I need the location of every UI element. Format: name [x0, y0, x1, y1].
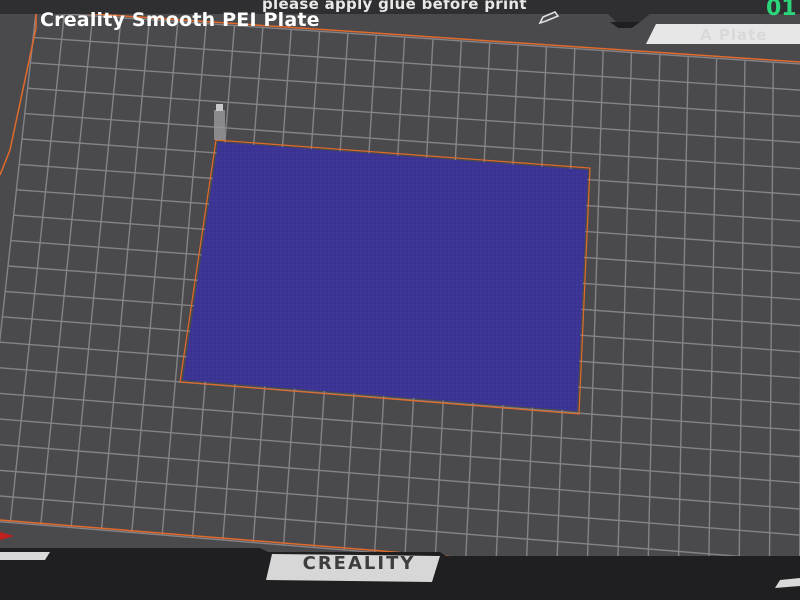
bottom-ledge	[0, 552, 50, 560]
build-plate-viewport[interactable]	[0, 0, 800, 600]
plate-title: Creality Smooth PEI Plate	[40, 9, 320, 31]
printed-object[interactable]	[183, 142, 588, 411]
plate-index: 01	[766, 0, 797, 21]
brand-logo: CREALITY	[302, 553, 416, 574]
pencil-icon[interactable]	[538, 11, 562, 25]
plate-name[interactable]: A Plate	[700, 26, 767, 44]
